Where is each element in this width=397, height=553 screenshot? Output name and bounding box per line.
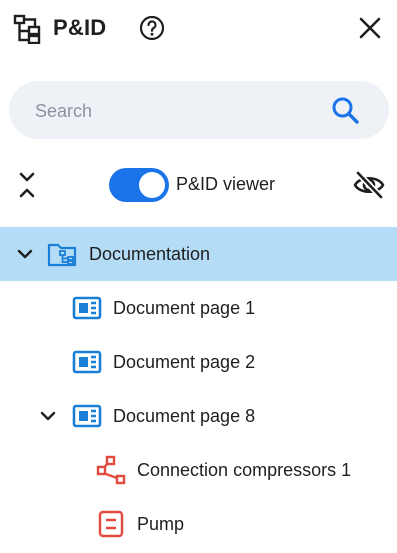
connection-icon [96, 455, 126, 485]
tree-row-label: Document page 2 [113, 352, 256, 372]
search-box [9, 81, 389, 139]
panel-title: P&ID [53, 15, 107, 40]
help-circle-icon[interactable] [139, 15, 165, 41]
tree-row-connection-compressors-1[interactable]: Connection compressors 1 [0, 443, 397, 497]
tree-row-document-page-8[interactable]: Document page 8 [0, 389, 397, 443]
eye-off-icon[interactable] [352, 170, 386, 200]
pid-viewer-label: P&ID viewer [176, 174, 276, 194]
tree-row-label: Document page 8 [113, 406, 256, 426]
document-page-icon [72, 350, 102, 374]
tree-row-document-page-2[interactable]: Document page 2 [0, 335, 397, 389]
collapse-all-icon[interactable] [14, 170, 40, 200]
document-page-icon [72, 296, 102, 320]
tree-row-label: Pump [137, 514, 185, 534]
tree-row-label: Documentation [89, 244, 211, 264]
hierarchy-icon [13, 14, 41, 44]
folder-hierarchy-icon [47, 243, 77, 267]
tree-row-label: Document page 1 [113, 298, 256, 318]
panel-header: P&ID [0, 0, 397, 58]
tree-row-pump[interactable]: Pump [0, 497, 397, 551]
pid-viewer-toggle[interactable] [109, 168, 169, 202]
tree-row-documentation[interactable]: Documentation [0, 227, 397, 281]
search-icon[interactable] [330, 95, 360, 125]
chevron-down-icon[interactable] [39, 407, 57, 425]
tree-row-label: Connection compressors 1 [137, 460, 352, 480]
tree-row-document-page-1[interactable]: Document page 1 [0, 281, 397, 335]
viewer-toolbar: P&ID viewer [0, 160, 397, 208]
equipment-icon [98, 510, 124, 538]
close-icon[interactable] [357, 15, 383, 41]
chevron-down-icon[interactable] [16, 245, 34, 263]
toggle-knob [139, 172, 165, 198]
document-page-icon [72, 404, 102, 428]
search-input[interactable] [33, 97, 317, 125]
